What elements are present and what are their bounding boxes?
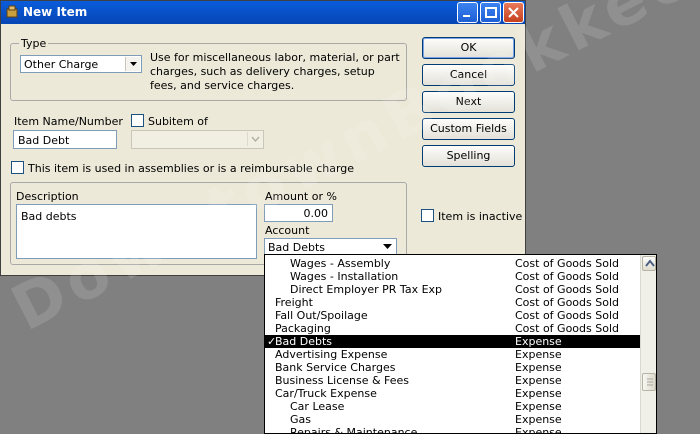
list-scrollbar[interactable] xyxy=(640,255,656,433)
account-list-item[interactable]: Freight Cost of Goods Sold xyxy=(265,296,640,309)
account-name: Freight xyxy=(275,296,313,309)
chevron-down-icon xyxy=(380,240,395,254)
minimize-icon xyxy=(463,15,470,17)
inactive-label: Item is inactive xyxy=(438,210,523,223)
account-type: Cost of Goods Sold xyxy=(515,296,619,309)
account-type: Cost of Goods Sold xyxy=(515,283,619,296)
account-list-item[interactable]: Direct Employer PR Tax Exp Cost of Goods … xyxy=(265,283,640,296)
chevron-up-icon xyxy=(645,259,655,267)
description-textarea[interactable]: Bad debts xyxy=(16,204,257,259)
description-value: Bad debts xyxy=(21,210,77,223)
item-name-value: Bad Debt xyxy=(18,134,70,147)
item-name-input[interactable]: Bad Debt xyxy=(13,130,117,149)
account-list-item[interactable]: Car/Truck Expense Expense xyxy=(265,387,640,400)
account-name: Repairs & Maintenance xyxy=(290,426,418,434)
amount-value: 0.00 xyxy=(303,207,329,220)
new-item-dialog: New Item Type Other Charge Use for misce… xyxy=(0,0,526,276)
account-list-item[interactable]: Wages - Installation Cost of Goods Sold xyxy=(265,270,640,283)
type-dropdown[interactable]: Other Charge xyxy=(20,55,142,73)
account-type: Cost of Goods Sold xyxy=(515,270,619,283)
type-legend: Type xyxy=(19,37,49,50)
account-list-item[interactable]: Car Lease Expense xyxy=(265,400,640,413)
close-button[interactable] xyxy=(503,2,524,23)
maximize-icon xyxy=(485,7,497,18)
subitem-label: Subitem of xyxy=(148,115,208,128)
account-type: Expense xyxy=(515,400,562,413)
account-label: Account xyxy=(265,224,310,237)
account-list-item[interactable]: Business License & Fees Expense xyxy=(265,374,640,387)
account-type: Expense xyxy=(515,374,562,387)
account-name: Car/Truck Expense xyxy=(275,387,377,400)
close-icon xyxy=(508,7,519,18)
account-list-item[interactable]: Wages - Assembly Cost of Goods Sold xyxy=(265,257,640,270)
account-list-item[interactable]: ✓ Bad Debts Expense xyxy=(265,335,640,348)
assemblies-label: This item is used in assemblies or is a … xyxy=(28,162,355,175)
window-title: New Item xyxy=(23,5,88,19)
account-dropdown-list[interactable]: Repairs & Maintenance Expense Gas Expense Ca… xyxy=(264,254,657,434)
account-value: Bad Debts xyxy=(268,241,326,254)
amount-input[interactable]: 0.00 xyxy=(264,204,333,222)
custom-fields-button[interactable]: Custom Fields xyxy=(422,118,515,140)
app-icon xyxy=(6,5,18,18)
chevron-down-icon xyxy=(247,132,262,146)
account-name: Wages - Assembly xyxy=(290,257,391,270)
scroll-up-button[interactable] xyxy=(642,256,656,271)
maximize-button[interactable] xyxy=(480,2,501,23)
ok-button[interactable]: OK xyxy=(422,37,515,59)
spelling-button[interactable]: Spelling xyxy=(422,145,515,167)
cancel-button[interactable]: Cancel xyxy=(422,64,515,86)
inactive-checkbox[interactable] xyxy=(421,209,434,222)
account-list-item[interactable]: Fall Out/Spoilage Cost of Goods Sold xyxy=(265,309,640,322)
account-name: Business License & Fees xyxy=(275,374,410,387)
chevron-down-icon xyxy=(125,57,140,71)
scroll-thumb[interactable] xyxy=(642,373,656,391)
account-name: Packaging xyxy=(275,322,331,335)
assemblies-checkbox[interactable] xyxy=(11,161,24,174)
description-label: Description xyxy=(16,190,79,203)
account-name: Bad Debts xyxy=(275,335,333,348)
account-name: Advertising Expense xyxy=(275,348,388,361)
item-name-label: Item Name/Number xyxy=(14,115,123,128)
account-name: Wages - Installation xyxy=(290,270,399,283)
account-name: Bank Service Charges xyxy=(275,361,396,374)
title-bar[interactable]: New Item xyxy=(1,1,525,24)
account-list-item[interactable]: Repairs & Maintenance Expense xyxy=(265,426,640,434)
account-name: Gas xyxy=(290,413,311,426)
account-type: Cost of Goods Sold xyxy=(515,322,619,335)
account-list-item[interactable]: Packaging Cost of Goods Sold xyxy=(265,322,640,335)
account-type: Expense xyxy=(515,361,562,374)
type-description: Use for miscellaneous labor, material, o… xyxy=(150,51,400,92)
subitem-dropdown[interactable] xyxy=(131,130,264,149)
account-type: Expense xyxy=(515,413,562,426)
type-value: Other Charge xyxy=(24,58,99,71)
next-button[interactable]: Next xyxy=(422,91,515,113)
account-list-item[interactable]: Advertising Expense Expense xyxy=(265,348,640,361)
subitem-checkbox[interactable] xyxy=(131,114,144,127)
account-type: Expense xyxy=(515,348,562,361)
account-list-item[interactable]: Bank Service Charges Expense xyxy=(265,361,640,374)
amount-label: Amount or % xyxy=(265,190,337,203)
account-name: Fall Out/Spoilage xyxy=(275,309,368,322)
account-type: Expense xyxy=(515,426,562,434)
account-type: Cost of Goods Sold xyxy=(515,309,619,322)
account-name: Direct Employer PR Tax Exp xyxy=(290,283,443,296)
account-name: Car Lease xyxy=(290,400,345,413)
account-type: Cost of Goods Sold xyxy=(515,257,619,270)
grip-icon xyxy=(647,378,653,386)
minimize-button[interactable] xyxy=(457,2,478,23)
account-type: Expense xyxy=(515,335,562,348)
account-list-item[interactable]: Gas Expense xyxy=(265,413,640,426)
account-type: Expense xyxy=(515,387,562,400)
